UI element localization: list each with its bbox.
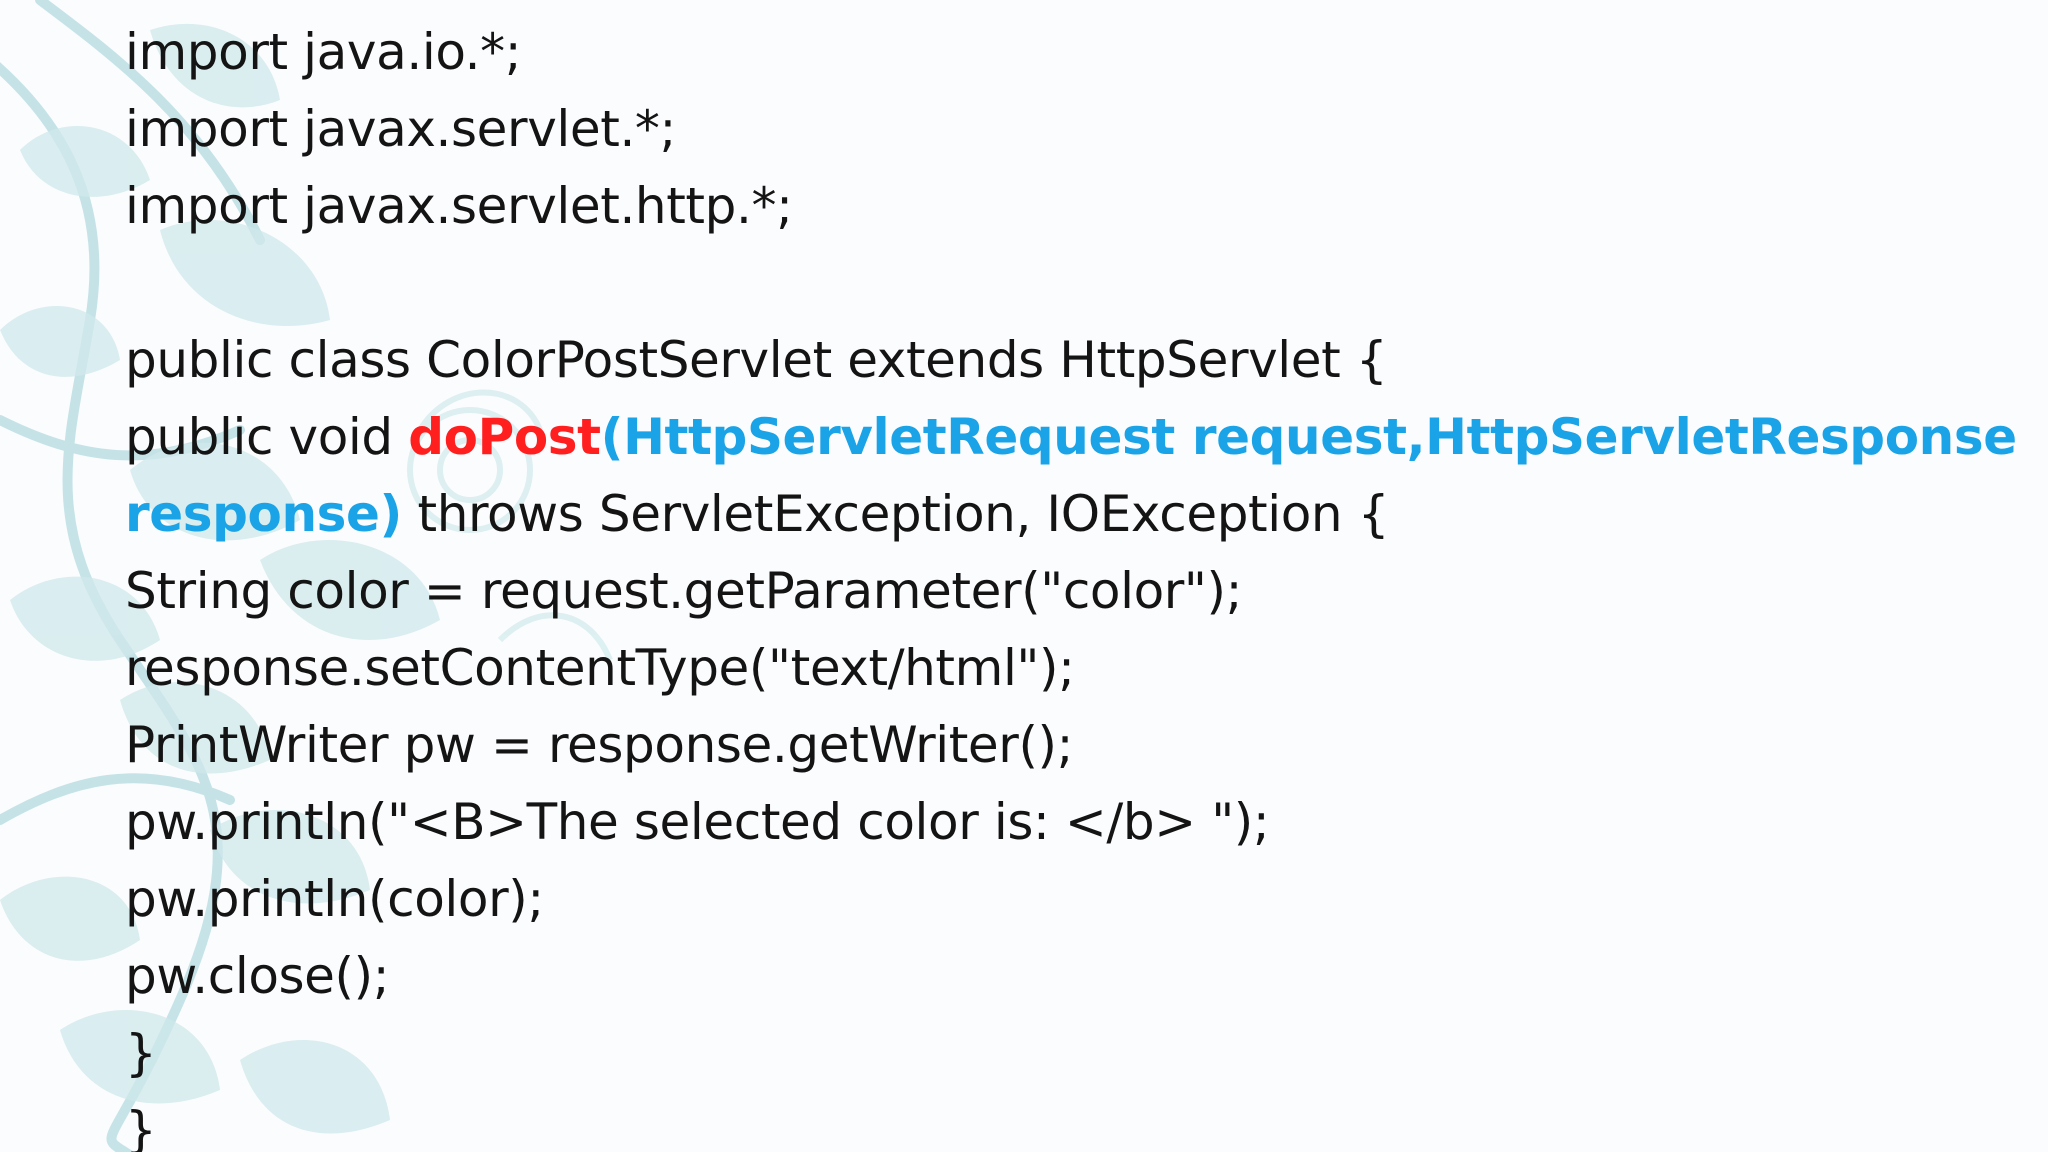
- code-line-13: pw.close();: [125, 947, 390, 1005]
- code-line-7: response) throws ServletException, IOExc…: [125, 476, 2025, 553]
- slide: import java.io.*; import javax.servlet.*…: [0, 0, 2048, 1152]
- code-line-5: public class ColorPostServlet extends Ht…: [125, 331, 1388, 389]
- code-block: import java.io.*; import javax.servlet.*…: [125, 14, 2025, 1152]
- code-line-14: }: [125, 1024, 157, 1082]
- code-line-8: String color = request.getParameter("col…: [125, 562, 1243, 620]
- method-parameters-end: response): [125, 485, 402, 543]
- code-line-15: }: [125, 1101, 157, 1152]
- method-name-dopost: doPost: [408, 408, 601, 466]
- code-line-3: import javax.servlet.http.*;: [125, 177, 793, 235]
- code-line-10: PrintWriter pw = response.getWriter();: [125, 716, 1074, 774]
- code-line-9: response.setContentType("text/html");: [125, 639, 1075, 697]
- method-parameters: (HttpServletRequest request,HttpServletR…: [600, 408, 2017, 466]
- code-line-7-rest: throws ServletException, IOException {: [402, 485, 1390, 543]
- code-line-6-prefix: public void: [125, 408, 409, 466]
- code-line-11: pw.println("<B>The selected color is: </…: [125, 793, 1270, 851]
- code-line-6: public void doPost(HttpServletRequest re…: [125, 399, 2025, 476]
- code-line-1: import java.io.*;: [125, 23, 522, 81]
- code-line-2: import javax.servlet.*;: [125, 100, 676, 158]
- code-line-12: pw.println(color);: [125, 870, 544, 928]
